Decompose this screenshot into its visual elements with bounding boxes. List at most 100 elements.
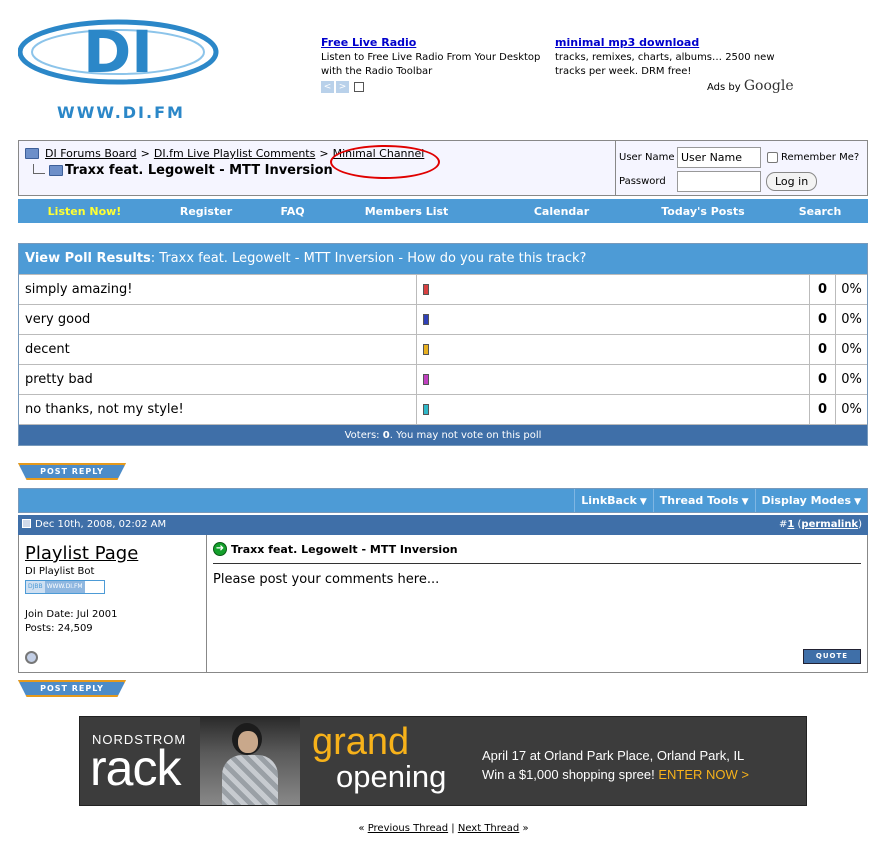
post-title-text: Traxx feat. Legowelt - MTT Inversion [231, 542, 458, 556]
nav-listen-now[interactable]: Listen Now! [18, 205, 151, 218]
poll-bar [417, 395, 810, 424]
remember-me[interactable]: Remember Me? [767, 151, 860, 163]
join-date: Join Date: Jul 2001 [25, 609, 118, 620]
poll-vote-count: 0 [810, 275, 836, 304]
poll-results: View Poll Results: Traxx feat. Legowelt … [18, 243, 868, 446]
breadcrumb-separator: > [319, 147, 329, 160]
author-name-link[interactable]: Playlist Page [25, 543, 200, 564]
thread-title: Traxx feat. Legowelt - MTT Inversion [65, 163, 333, 178]
author-panel: Playlist Page DI Playlist Bot DJBB WWW.D… [19, 535, 207, 672]
quote-button[interactable]: QUOTE [803, 649, 861, 664]
thread-toolbar: LinkBack ▼ Thread Tools ▼ Display Modes ▼ [18, 488, 868, 513]
poll-heading-label: View Poll Results [25, 251, 151, 266]
display-modes-label: Display Modes [761, 494, 852, 507]
ad-title-link[interactable]: Free Live Radio [321, 36, 551, 50]
banner-event-info: April 17 at Orland Park Place, Orland Pa… [482, 748, 745, 763]
breadcrumb-separator: > [140, 147, 150, 160]
banner-opening: opening [336, 759, 447, 794]
remember-me-label: Remember Me? [781, 151, 860, 163]
breadcrumb-playlist-comments[interactable]: DI.fm Live Playlist Comments [154, 147, 315, 160]
banner-grand: grand [312, 721, 410, 763]
post-reply-button[interactable]: POST REPLY [18, 463, 126, 480]
breadcrumb-box: DI Forums Board > DI.fm Live Playlist Co… [18, 140, 868, 196]
arrow-right-icon: ➜ [213, 542, 227, 556]
ad-text: tracks, remixes, charts, albums… 2500 ne… [555, 52, 775, 77]
tree-branch-icon [33, 163, 45, 174]
poll-vote-count: 0 [810, 395, 836, 424]
nav-register[interactable]: Register [151, 205, 261, 218]
ad-navigation: < > [321, 81, 364, 93]
prev-ad-icon[interactable]: < [321, 81, 334, 93]
poll-bar-fill [423, 344, 429, 355]
ad-free-live-radio[interactable]: Free Live Radio Listen to Free Live Radi… [321, 36, 551, 79]
badge-right-text: WWW.DI.FM [44, 581, 85, 593]
author-title: DI Playlist Bot [25, 566, 95, 577]
nav-search[interactable]: Search [772, 205, 868, 218]
ad-text: Listen to Free Live Radio From Your Desk… [321, 52, 541, 77]
nordstrom-rack-banner-ad[interactable]: NORDSTROM rack grand opening April 17 at… [79, 716, 807, 806]
post-number: #1 (permalink) [778, 519, 862, 530]
nav-divider: | [451, 823, 455, 834]
right-quote: » [522, 823, 529, 834]
login-form: User Name Remember Me? Password Log in [617, 141, 867, 195]
poll-vote-count: 0 [810, 335, 836, 364]
poll-option-row: no thanks, not my style! 0 0% [19, 394, 867, 424]
previous-thread-link[interactable]: Previous Thread [368, 823, 448, 834]
post-date: Dec 10th, 2008, 02:02 AM [35, 519, 167, 530]
badge-left-text: DJBB [26, 581, 45, 593]
ad-window-icon[interactable] [354, 82, 364, 92]
poll-option-label: simply amazing! [19, 275, 417, 304]
permalink-link[interactable]: permalink [801, 519, 858, 530]
voters-label: Voters: [344, 430, 380, 441]
nav-members-list[interactable]: Members List [324, 205, 489, 218]
offline-status-icon [25, 651, 38, 664]
poll-bar-fill [423, 374, 429, 385]
nav-faq[interactable]: FAQ [261, 205, 324, 218]
poll-vote-percent: 0% [841, 372, 862, 387]
poll-bar [417, 335, 810, 364]
next-ad-icon[interactable]: > [336, 81, 349, 93]
poll-bar-fill [423, 404, 429, 415]
chevron-down-icon: ▼ [741, 497, 749, 507]
banner-promo: Win a $1,000 shopping spree! ENTER NOW > [482, 767, 749, 782]
banner-rack: rack [90, 740, 181, 796]
voters-count: 0 [382, 430, 390, 441]
ad-title-link[interactable]: minimal mp3 download [555, 36, 790, 50]
di-fm-logo[interactable]: DI WWW.DI.FM [18, 14, 224, 122]
post: Playlist Page DI Playlist Bot DJBB WWW.D… [18, 535, 868, 673]
display-modes-menu[interactable]: Display Modes ▼ [754, 489, 868, 512]
linkback-menu[interactable]: LinkBack ▼ [574, 489, 653, 512]
next-thread-link[interactable]: Next Thread [458, 823, 519, 834]
red-circle-annotation [330, 145, 440, 179]
login-button[interactable]: Log in [766, 171, 818, 191]
banner-enter-now[interactable]: ENTER NOW > [658, 767, 749, 782]
poll-heading: View Poll Results: Traxx feat. Legowelt … [19, 244, 867, 274]
breadcrumb-forum-board[interactable]: DI Forums Board [45, 147, 137, 160]
linkback-label: LinkBack [581, 494, 637, 507]
poll-vote-count: 0 [810, 305, 836, 334]
voters-note: . You may not vote on this poll [389, 430, 542, 441]
password-label: Password [619, 175, 666, 187]
password-input[interactable] [677, 170, 761, 192]
post-message: ➜ Traxx feat. Legowelt - MTT Inversion P… [207, 535, 867, 672]
poll-bar [417, 305, 810, 334]
poll-vote-percent: 0% [841, 282, 862, 297]
nav-calendar[interactable]: Calendar [489, 205, 634, 218]
thread-tools-menu[interactable]: Thread Tools ▼ [652, 489, 755, 512]
ads-by-google[interactable]: Ads by Google [707, 78, 794, 94]
author-rank-badge: DJBB WWW.DI.FM [25, 580, 105, 594]
banner-model-photo [200, 717, 300, 805]
poll-vote-count: 0 [810, 365, 836, 394]
thread-navigation: « Previous Thread | Next Thread » [0, 823, 887, 834]
ads-by-label: Ads by [707, 82, 741, 93]
remember-me-checkbox[interactable] [767, 151, 778, 163]
post-number-link[interactable]: 1 [787, 519, 794, 530]
poll-option-row: pretty bad 0 0% [19, 364, 867, 394]
ad-minimal-mp3[interactable]: minimal mp3 download tracks, remixes, ch… [555, 36, 790, 79]
logo-text: DI [83, 18, 153, 86]
post-reply-button[interactable]: POST REPLY [18, 680, 126, 697]
banner-promo-text: Win a $1,000 shopping spree! [482, 767, 655, 782]
forum-folder-icon[interactable] [25, 148, 39, 159]
username-input[interactable] [677, 146, 761, 168]
nav-todays-posts[interactable]: Today's Posts [634, 205, 772, 218]
